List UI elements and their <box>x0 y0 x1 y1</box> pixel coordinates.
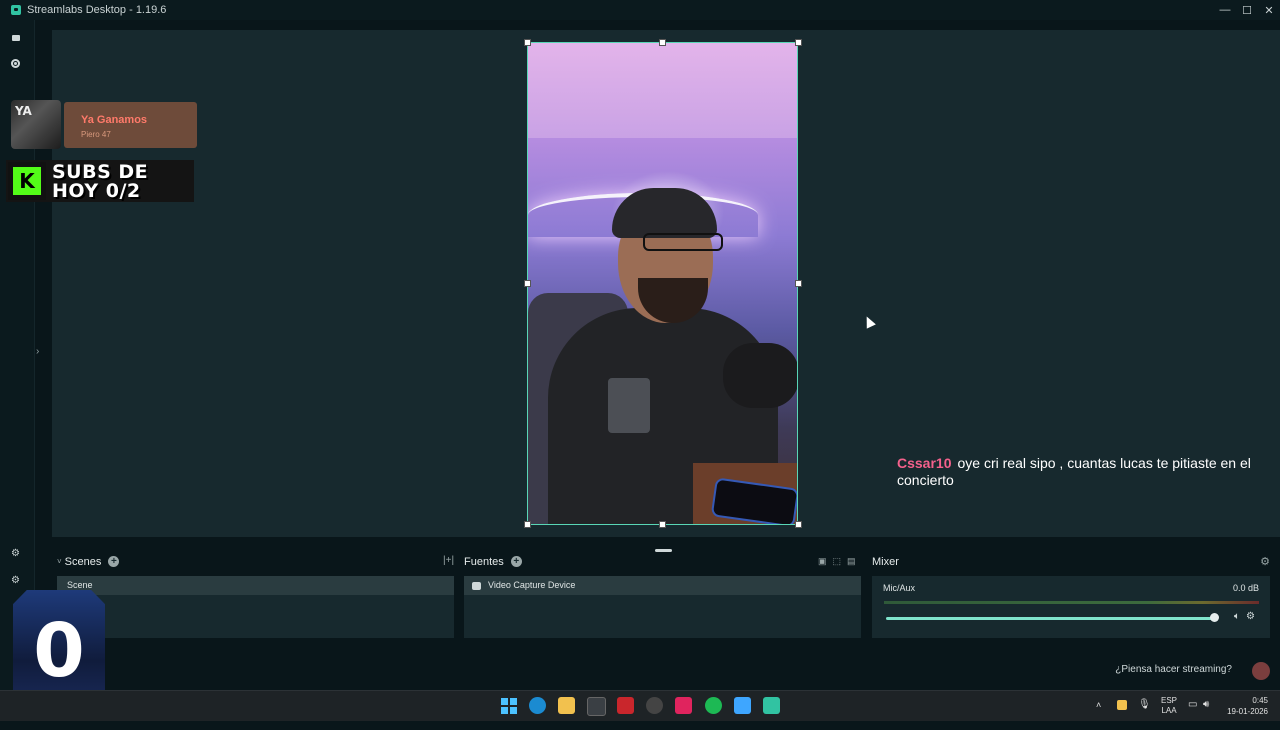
excel-icon[interactable] <box>587 697 606 716</box>
resize-handle-tc[interactable] <box>659 39 666 46</box>
scene-item[interactable]: Scene <box>57 576 454 595</box>
mixer-panel: Mic/Aux 0.0 dB 🔈︎ ⚙ <box>872 576 1270 638</box>
video-microphone <box>723 343 797 408</box>
window-title: Streamlabs Desktop - 1.19.6 <box>27 4 167 16</box>
resize-handle-tr[interactable] <box>795 39 802 46</box>
tray-app-icon[interactable] <box>1117 700 1127 710</box>
source-group-icon[interactable]: ⬚ <box>833 556 842 567</box>
source-item[interactable]: Video Capture Device <box>464 576 861 595</box>
scenes-list: Scene <box>57 576 454 638</box>
volume-slider-knob[interactable] <box>1210 613 1219 622</box>
sources-title: Fuentes <box>464 555 504 568</box>
sources-list: Video Capture Device <box>464 576 861 638</box>
language-indicator[interactable]: ESP LAA <box>1161 696 1177 726</box>
kick-logo-letter: K <box>13 167 41 195</box>
album-art: YA <box>11 100 61 149</box>
clock[interactable]: 0:45 19-01-2026 <box>1224 695 1268 725</box>
subs-goal-line2: HOY 0/2 <box>52 180 141 202</box>
mixer-header: Mixer <box>872 553 899 570</box>
resize-handle-bc[interactable] <box>659 521 666 528</box>
mixer-channel-level: 0.0 dB <box>1232 583 1259 593</box>
minimize-button[interactable]: — <box>1214 0 1236 20</box>
scenes-title: Scenes <box>64 555 102 568</box>
resize-handle-ml[interactable] <box>524 280 531 287</box>
windows-taskbar: ˄ 🎙︎ ESP LAA ▭ 🔊︎ 0:45 19-01-2026 <box>0 690 1280 721</box>
title-bar: Streamlabs Desktop - 1.19.6 — ☐ ✕ <box>0 0 1280 20</box>
resize-handle-br[interactable] <box>795 521 802 528</box>
keyboard-layout: LAA <box>1161 706 1177 715</box>
volume-slider[interactable] <box>886 617 1213 620</box>
speaker-icon[interactable]: 🔈︎ <box>1234 611 1240 622</box>
scene-transitions-icon[interactable]: |+| <box>443 555 454 566</box>
chevron-down-icon[interactable]: ˅ <box>57 557 62 566</box>
close-button[interactable]: ✕ <box>1258 0 1280 20</box>
subs-goal-text: SUBS DE HOY 0/2 <box>52 163 148 201</box>
song-artist: Piero 47 <box>81 130 111 139</box>
video-cup <box>608 378 650 433</box>
channel-settings-icon[interactable]: ⚙ <box>1246 611 1255 622</box>
maximize-button[interactable]: ☐ <box>1236 0 1258 20</box>
add-source-button[interactable]: + <box>510 556 522 567</box>
kick-logo-icon: K <box>8 162 46 200</box>
studio-mode-icon[interactable]: ⚙ <box>10 548 21 559</box>
streamlabs-icon[interactable] <box>763 697 780 714</box>
mixer-channel-name: Mic/Aux <box>883 583 916 593</box>
clock-date: 19-01-2026 <box>1227 707 1268 716</box>
now-playing-widget[interactable]: YA Ya Ganamos Piero 47 <box>11 100 197 149</box>
mixer-settings-icon[interactable]: ⚙ <box>1260 555 1270 568</box>
tray-overflow-icon[interactable]: ˄ <box>1096 700 1101 730</box>
volume-icon[interactable]: 🔊︎ <box>1203 699 1209 729</box>
mixer-title: Mixer <box>872 555 899 568</box>
video-ceiling <box>528 43 797 138</box>
chat-username: Cssar10 <box>897 455 952 471</box>
scenes-header: ˅ Scenes + <box>57 553 120 570</box>
edge-icon[interactable] <box>529 697 546 714</box>
source-item-label: Video Capture Device <box>488 580 576 590</box>
now-playing-info: Ya Ganamos Piero 47 <box>64 102 197 148</box>
resize-handle-mr[interactable] <box>795 280 802 287</box>
album-art-text: YA <box>15 104 32 118</box>
clock-time: 0:45 <box>1252 696 1268 705</box>
mixer-channel-controls: 🔈︎ ⚙ <box>1234 611 1255 622</box>
streamlabs-logo-icon <box>11 5 21 15</box>
volume-meter <box>884 601 1259 604</box>
webcam-icon <box>472 581 481 590</box>
language-code: ESP <box>1161 696 1178 705</box>
microphone-icon[interactable]: 🎙︎ <box>1138 699 1151 729</box>
footer-bar: ¿Piensa hacer streaming? <box>52 650 1280 690</box>
settings-gear-icon[interactable]: ⚙ <box>10 575 21 586</box>
video-person-glasses <box>643 233 723 251</box>
record-icon[interactable] <box>10 58 21 69</box>
source-layout-icon[interactable]: ▣ <box>818 556 827 567</box>
video-capture-source[interactable] <box>527 42 798 525</box>
sources-toolbar: ▣ ⬚ ▤ <box>818 556 856 567</box>
collapse-panel-icon[interactable]: › <box>36 346 39 357</box>
add-scene-button[interactable]: + <box>108 556 120 567</box>
windows-start-icon[interactable] <box>500 697 517 714</box>
window-controls: — ☐ ✕ <box>1214 0 1280 20</box>
camera-icon[interactable] <box>10 32 21 43</box>
file-explorer-icon[interactable] <box>558 697 575 714</box>
source-folder-icon[interactable]: ▤ <box>847 556 856 567</box>
sources-header: Fuentes + <box>464 553 522 570</box>
subs-goal-widget[interactable]: K SUBS DE HOY 0/2 <box>6 160 194 202</box>
resize-handle-tl[interactable] <box>524 39 531 46</box>
network-icon[interactable]: ▭ <box>1188 699 1197 729</box>
badge-number: 0 <box>33 608 85 694</box>
stream-prompt: ¿Piensa hacer streaming? <box>1115 664 1232 675</box>
song-title: Ya Ganamos <box>81 114 148 126</box>
chrome-icon[interactable] <box>646 697 663 714</box>
chat-message: Cssar10 oye cri real sipo , cuantas lucas… <box>897 455 1272 489</box>
resize-handle-bl[interactable] <box>524 521 531 528</box>
voicemeeter-icon[interactable] <box>617 697 634 714</box>
bottom-docks: ˅ Scenes + |+| Scene Fuentes + ▣ ⬚ ▤ Vid… <box>52 553 1280 690</box>
dock-resize-handle[interactable] <box>655 549 672 552</box>
spotify-icon[interactable] <box>705 697 722 714</box>
tiktok-icon[interactable] <box>675 697 692 714</box>
go-live-button[interactable] <box>1252 662 1270 680</box>
notepad-icon[interactable] <box>734 697 751 714</box>
